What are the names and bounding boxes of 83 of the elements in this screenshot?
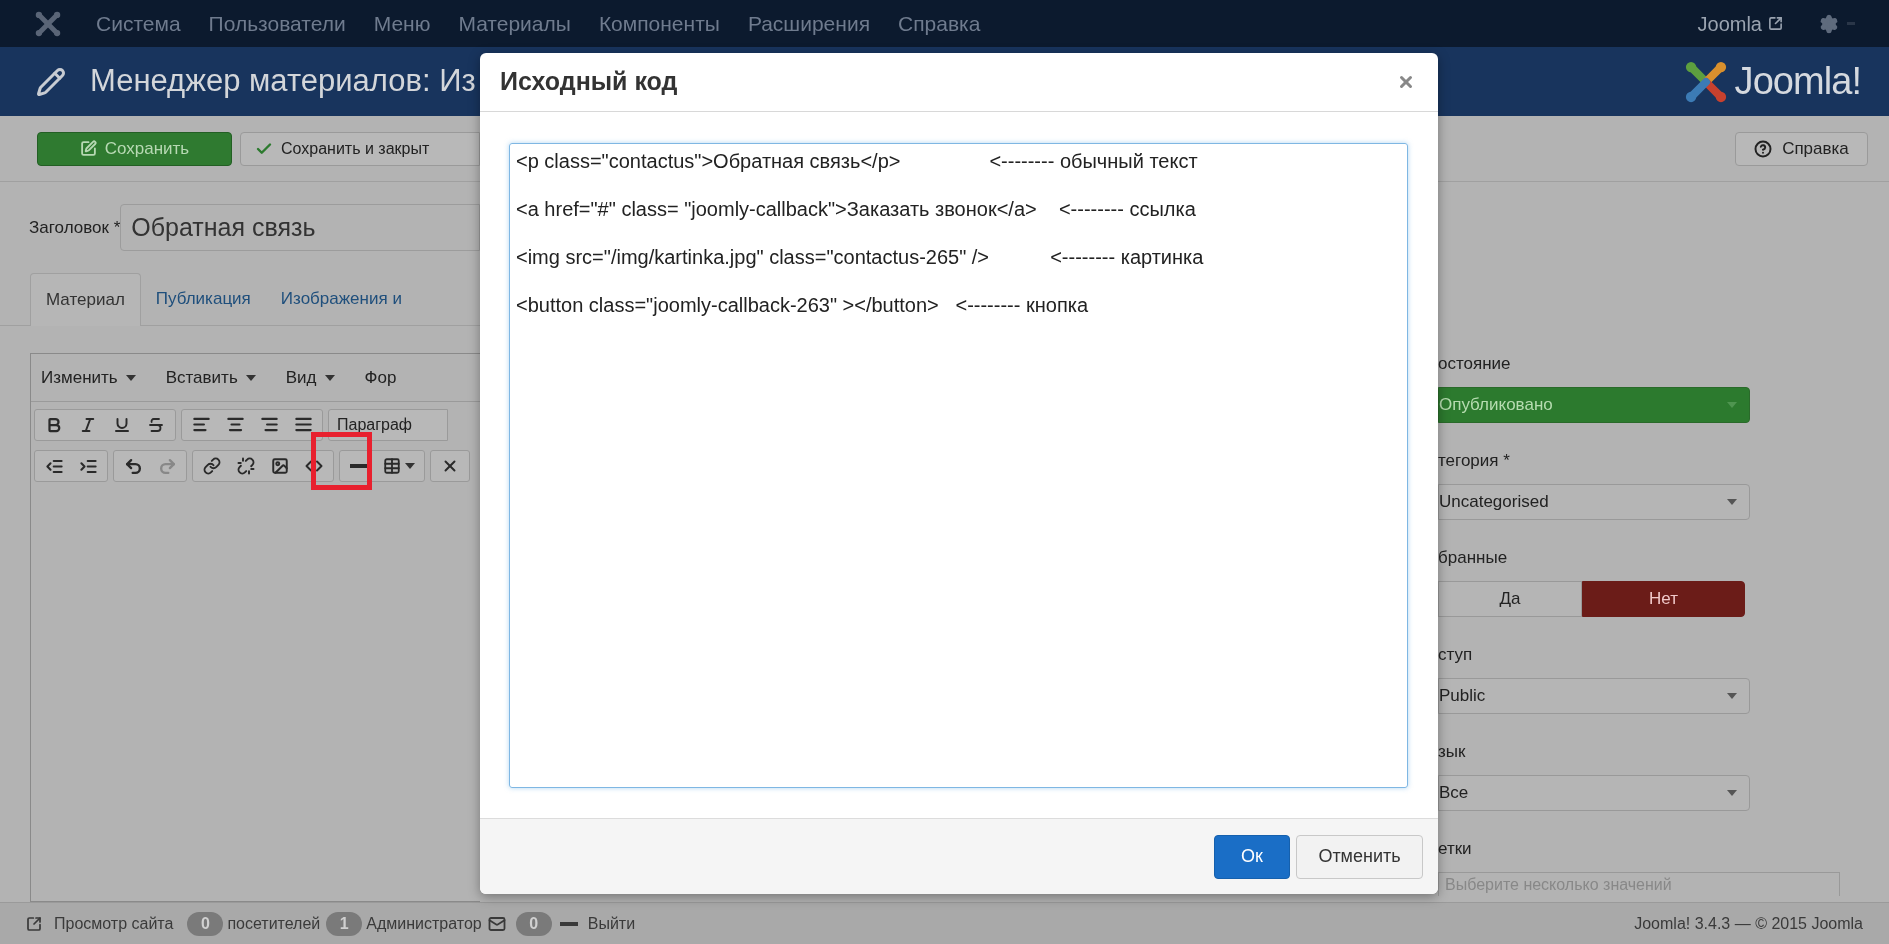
edit-icon [79,140,97,157]
highlight-frame [311,432,372,490]
table-icon [383,457,401,475]
envelope-icon [487,914,506,933]
pencil-icon [36,66,66,97]
dropdown-caret-icon [1727,693,1737,699]
minus-icon [559,921,578,926]
close-icon [441,457,459,475]
external-link-icon [26,915,42,932]
ok-button[interactable]: Ок [1214,834,1290,879]
logout-link[interactable]: Выйти [587,911,636,936]
field-label: ступ [1438,644,1474,666]
help-icon [1754,139,1773,158]
joomla-logo-text: Joomla! [1734,59,1861,104]
editor-menu[interactable]: Фор [364,364,397,391]
align-center-icon [225,415,245,434]
status-select[interactable]: Опубликовано [1438,387,1750,423]
save-close-button[interactable]: Сохранить и закрыт [240,131,480,166]
view-site-link[interactable]: Просмотр сайта [26,911,174,936]
count-badge: 0 [515,911,552,936]
bold-icon [45,415,63,434]
underline-icon [113,415,131,434]
dropdown-caret-icon [1727,499,1737,505]
nav-menu-item[interactable]: Пользователи [208,7,346,40]
code-line: <a href="#" class= "joomly-callback">Заказать звонок</a> <-------- ссылка [516,197,1197,221]
version-text: Joomla! 3.4.3 — © 2015 Joomla [1634,913,1863,934]
editor-menu[interactable]: Вид [285,364,335,391]
status-text: посетителей [227,913,321,934]
toggle-option[interactable]: Нет [1582,581,1745,617]
editor-menu[interactable]: Изменить [41,364,136,391]
field-label: тегория * [1438,450,1511,472]
gear-icon [1819,13,1839,34]
help-button[interactable]: Справка [1735,131,1868,166]
strikethrough-icon [147,415,165,434]
code-line: <button class="joomly-callback-263" ></button> <-------- кнопка [516,293,1090,317]
editor-menu[interactable]: Вставить [165,364,256,391]
external-link-icon [1768,16,1783,31]
site-link[interactable]: Joomla [1697,8,1783,39]
dropdown-caret-icon [1727,790,1737,796]
select-field[interactable]: Uncategorised [1438,484,1750,520]
settings-menu-button[interactable] [1819,13,1855,34]
page-title: Менеджер материалов: Из [90,62,476,101]
image-icon [271,457,289,475]
nav-menu-item[interactable]: Меню [373,7,431,40]
tab[interactable]: Материал [30,273,141,326]
select-field[interactable]: Все [1438,775,1750,811]
select-field[interactable]: Public [1438,678,1750,714]
unlink-icon [237,457,255,475]
close-icon [1397,73,1415,91]
joomla-logo-icon [34,9,62,38]
tab[interactable]: Изображения и [265,273,417,325]
redo-icon [157,456,177,476]
nav-menu-item[interactable]: Материалы [458,7,571,40]
save-button[interactable]: Сохранить [37,131,232,166]
count-badge: 0 [187,911,224,936]
caret-icon [405,463,415,469]
italic-icon [79,415,97,434]
align-right-icon [259,415,279,434]
tab[interactable]: Публикация [140,273,266,325]
nav-menu-item[interactable]: Система [96,7,181,40]
nav-menu-item[interactable]: Компоненты [598,7,720,40]
count-badge: 1 [326,911,363,936]
align-justify-icon [293,415,313,434]
undo-icon [123,456,143,476]
dropdown-caret-icon [1727,402,1737,408]
title-field[interactable]: Обратная связь [120,204,480,251]
field-label: зык [1438,741,1467,763]
field-label: етки [1438,838,1473,860]
field-label: остояние [1438,353,1512,375]
nav-menu-item[interactable]: Справка [898,7,981,40]
format-select[interactable]: Параграф [328,408,448,441]
code-editor-field[interactable] [509,143,1408,788]
align-left-icon [191,415,211,434]
status-text: Администратор [366,913,482,934]
dialog-title: Исходный код [500,66,678,98]
field-label: бранные [1438,547,1509,569]
cancel-button[interactable]: Отменить [1296,834,1423,879]
toggle-option[interactable]: Да [1438,581,1582,617]
code-line: <img src="/img/kartinka.jpg" class="contactus-265" /> <-------- картинка [516,245,1205,269]
link-icon [203,457,221,475]
title-label: Заголовок * [28,216,121,239]
code-line: <p class="contactus">Обратная связь</p> <-------- обычный текст [516,149,1199,173]
nav-menu-item[interactable]: Расширения [747,7,870,40]
